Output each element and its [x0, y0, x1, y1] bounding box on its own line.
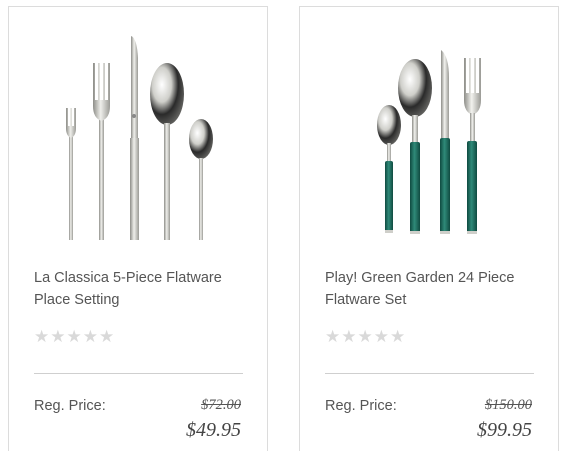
product-card[interactable]: La Classica 5-Piece Flatware Place Setti… — [8, 6, 268, 451]
sale-price: $99.95 — [477, 419, 532, 441]
product-title-link[interactable]: La Classica 5-Piece Flatware Place Setti… — [34, 267, 249, 311]
regular-price: $72.00 — [201, 397, 241, 413]
product-grid: La Classica 5-Piece Flatware Place Setti… — [0, 0, 568, 451]
sale-price: $49.95 — [186, 419, 241, 441]
divider — [34, 373, 243, 374]
divider — [325, 373, 534, 374]
regular-price: $150.00 — [484, 397, 532, 413]
product-card[interactable]: Play! Green Garden 24 Piece Flatware Set… — [299, 6, 559, 451]
rating-stars[interactable]: ★★★★★ — [325, 327, 406, 347]
product-image[interactable] — [301, 8, 559, 252]
reg-price-label: Reg. Price: — [34, 398, 106, 414]
rating-stars[interactable]: ★★★★★ — [34, 327, 115, 347]
reg-price-label: Reg. Price: — [325, 398, 397, 414]
product-title-link[interactable]: Play! Green Garden 24 Piece Flatware Set — [325, 267, 540, 311]
product-image[interactable] — [10, 8, 268, 252]
